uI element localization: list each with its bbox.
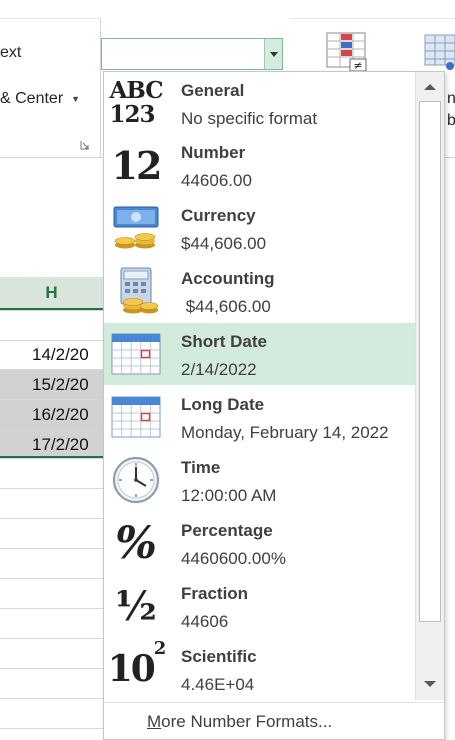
ribbon-divider <box>290 18 455 19</box>
clock-icon <box>110 455 162 505</box>
number-icon: 12 <box>111 142 163 188</box>
scrollbar-thumb[interactable] <box>419 101 441 622</box>
dropdown-separator <box>104 702 444 703</box>
format-name: Accounting <box>181 269 275 288</box>
ribbon-divider <box>0 18 100 19</box>
long-date-icon <box>110 392 162 442</box>
more-number-formats-link[interactable]: More Number Formats... <box>147 712 332 732</box>
chevron-down-icon[interactable]: ▼ <box>71 94 80 104</box>
dropdown-scrollbar[interactable] <box>415 72 444 700</box>
scroll-up-button[interactable] <box>416 75 444 99</box>
row-divider <box>0 518 103 519</box>
format-as-table-icon[interactable] <box>424 34 455 70</box>
format-item-percentage[interactable]: % Percentage 4460600.00% <box>104 512 415 574</box>
percent-icon: % <box>115 517 157 569</box>
format-name: Percentage <box>181 521 273 540</box>
format-item-fraction[interactable]: ½ Fraction 44606 <box>104 575 415 637</box>
selection-border <box>0 369 103 458</box>
wrap-text-button[interactable]: ext <box>0 44 21 62</box>
merge-center-label: & Center <box>0 90 64 107</box>
row-divider <box>0 668 103 669</box>
row-divider <box>0 310 103 311</box>
format-sample: No specific format <box>181 109 318 128</box>
number-format-dropdown: ABC 123 General No specific format 12 Nu… <box>103 71 445 740</box>
format-item-number[interactable]: 12 Number 44606.00 <box>104 134 415 196</box>
chevron-up-icon <box>424 84 436 90</box>
currency-icon <box>110 203 162 253</box>
chevron-down-icon <box>424 681 436 687</box>
format-sample: 4460600.00% <box>181 549 286 568</box>
format-sample: $44,606.00 <box>181 297 271 316</box>
format-name: General <box>181 81 245 100</box>
row-divider <box>0 608 103 609</box>
format-item-general[interactable]: ABC 123 General No specific format <box>104 72 415 134</box>
column-header-h[interactable]: H <box>0 277 103 310</box>
format-name: Scientific <box>181 647 257 666</box>
accounting-icon <box>110 266 162 316</box>
conditional-formatting-icon[interactable]: ≠ <box>326 32 368 72</box>
merge-center-button[interactable]: & Center ▼ <box>0 90 80 108</box>
format-item-time[interactable]: Time 12:00:00 AM <box>104 449 415 511</box>
row-divider <box>0 638 103 639</box>
format-list: ABC 123 General No specific format 12 Nu… <box>104 72 415 702</box>
format-sample: 2/14/2022 <box>181 360 257 379</box>
format-name: Number <box>181 143 246 162</box>
format-name: Time <box>181 458 221 477</box>
scientific-icon: 102 <box>107 638 167 690</box>
format-as-table-label: na <box>447 90 455 107</box>
format-item-accounting[interactable]: Accounting $44,606.00 <box>104 260 415 322</box>
format-sample: 12:00:00 AM <box>181 486 277 505</box>
chevron-down-icon <box>269 51 278 57</box>
format-sample: 44606.00 <box>181 171 252 190</box>
format-item-scientific[interactable]: 102 Scientific 4.46E+04 <box>104 638 415 700</box>
format-item-short-date[interactable]: Short Date 2/14/2022 <box>104 323 415 385</box>
row-divider <box>0 728 103 729</box>
row-divider <box>0 698 103 699</box>
format-name: Currency <box>181 206 256 225</box>
format-sample: $44,606.00 <box>181 234 267 253</box>
format-sample: 44606 <box>181 612 229 631</box>
row-divider <box>0 488 103 489</box>
row-divider <box>0 578 103 579</box>
short-date-icon <box>110 329 162 379</box>
more-number-formats-label: ore Number Formats... <box>161 712 333 731</box>
cell[interactable]: 14/2/20 <box>0 340 103 369</box>
format-item-currency[interactable]: Currency $44,606.00 <box>104 197 415 259</box>
format-name: Fraction <box>181 584 249 603</box>
number-format-dropdown-button[interactable] <box>264 39 282 69</box>
format-name: Long Date <box>181 395 265 414</box>
scroll-down-button[interactable] <box>416 672 444 696</box>
general-icon: ABC 123 <box>109 77 163 128</box>
format-sample: 4.46E+04 <box>181 675 255 694</box>
row-divider <box>0 548 103 549</box>
fraction-icon: ½ <box>115 582 157 630</box>
format-as-table-label: ble <box>447 112 455 129</box>
accelerator-key: M <box>147 712 162 731</box>
format-item-long-date[interactable]: Long Date Monday, February 14, 2022 <box>104 386 415 448</box>
format-name: Short Date <box>181 332 267 351</box>
dialog-launcher-icon[interactable] <box>80 140 90 150</box>
format-sample: Monday, February 14, 2022 <box>181 423 389 442</box>
number-format-combo[interactable] <box>101 38 283 70</box>
